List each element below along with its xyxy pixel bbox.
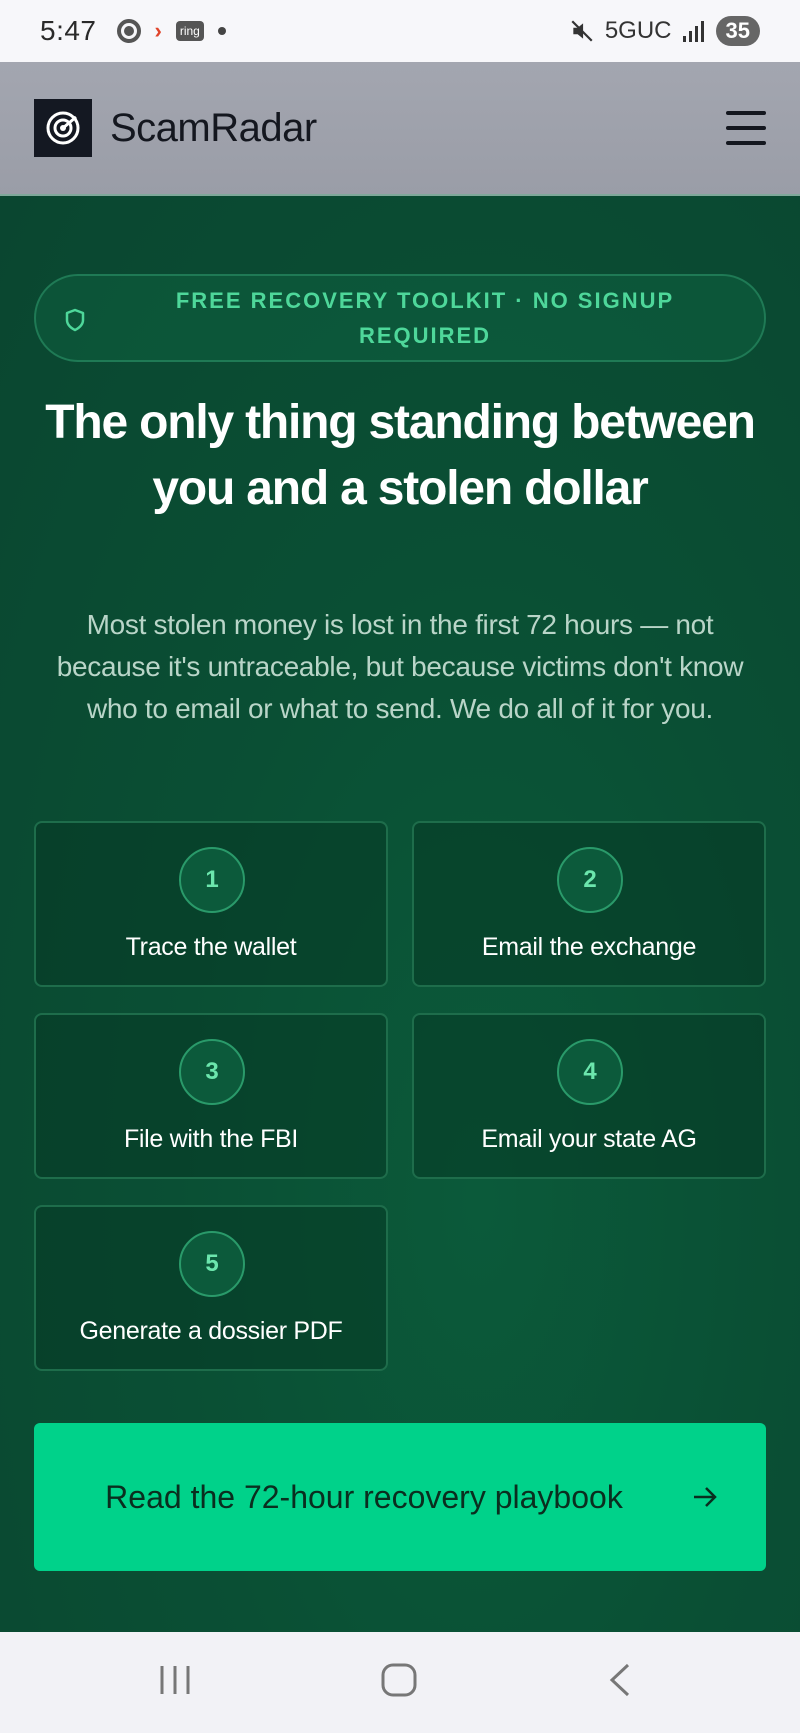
recent-apps-icon[interactable] xyxy=(158,1662,192,1698)
chrome-icon xyxy=(116,19,141,43)
hero-description: Most stolen money is lost in the first 7… xyxy=(56,609,744,724)
step-card-file-fbi[interactable]: 3 File with the FBI xyxy=(34,1013,388,1179)
badge-text: FREE RECOVERY TOOLKIT · NO SIGNUP REQUIR… xyxy=(175,288,675,348)
step-number-badge: 5 xyxy=(179,1231,245,1297)
hamburger-menu-icon[interactable] xyxy=(726,111,766,145)
step-card-email-exchange[interactable]: 2 Email the exchange xyxy=(412,821,766,987)
recovery-playbook-button[interactable]: Read the 72-hour recovery playbook xyxy=(34,1423,766,1571)
step-label: Email your state AG xyxy=(481,1125,697,1153)
radar-icon xyxy=(46,111,80,145)
notification-icons: › ring xyxy=(116,18,226,44)
toolkit-badge: FREE RECOVERY TOOLKIT · NO SIGNUP REQUIR… xyxy=(34,274,766,362)
step-label: Generate a dossier PDF xyxy=(79,1317,343,1345)
system-icons: 5GUC 35 xyxy=(569,16,760,46)
status-bar: 5:47 › ring 5GUC 35 xyxy=(0,0,800,62)
brand-logo[interactable] xyxy=(34,99,92,157)
site-header: ScamRadar xyxy=(0,62,800,196)
status-time: 5:47 xyxy=(40,15,97,46)
network-type: 5GUC xyxy=(604,17,672,44)
step-card-email-state-ag[interactable]: 4 Email your state AG xyxy=(412,1013,766,1179)
hero-section: FREE RECOVERY TOOLKIT · NO SIGNUP REQUIR… xyxy=(0,196,800,1632)
ring-app-icon: ring xyxy=(175,21,204,41)
step-card-trace-wallet[interactable]: 1 Trace the wallet xyxy=(34,821,388,987)
battery-level: 35 xyxy=(715,16,760,46)
brand-name[interactable]: ScamRadar xyxy=(110,106,317,151)
step-card-dossier-pdf[interactable]: 5 Generate a dossier PDF xyxy=(34,1205,388,1371)
mute-icon xyxy=(571,20,593,42)
page-headline: The only thing standing between you and … xyxy=(45,396,756,515)
step-label: File with the FBI xyxy=(123,1125,299,1153)
step-number-badge: 1 xyxy=(179,847,245,913)
step-number-badge: 2 xyxy=(557,847,623,913)
signal-icon xyxy=(682,21,704,42)
app-notification-icon: › xyxy=(154,18,162,43)
back-icon[interactable] xyxy=(606,1662,634,1698)
step-number-badge: 3 xyxy=(179,1039,245,1105)
step-label: Trace the wallet xyxy=(125,933,297,961)
step-label: Email the exchange xyxy=(481,933,697,961)
home-icon[interactable] xyxy=(380,1662,418,1698)
shield-icon xyxy=(65,308,85,332)
cta-label: Read the 72-hour recovery playbook xyxy=(105,1479,623,1515)
arrow-right-icon xyxy=(694,1487,717,1507)
system-navigation-bar xyxy=(0,1632,800,1733)
more-notifications-dot xyxy=(217,27,226,35)
step-number-badge: 4 xyxy=(557,1039,623,1105)
